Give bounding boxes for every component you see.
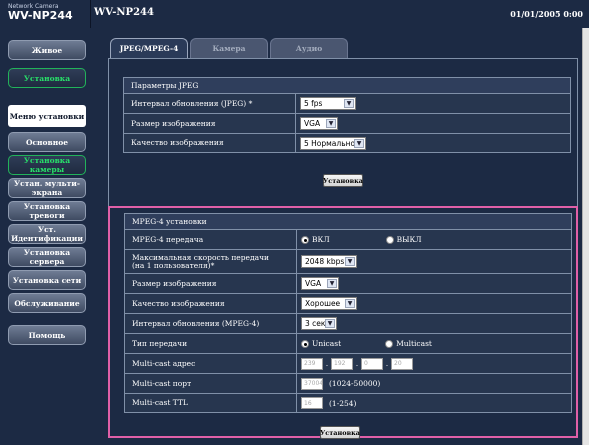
tab-jpeg-mpeg4[interactable]: JPEG/MPEG-4 xyxy=(110,38,188,58)
mpeg4-quality-row: Качество изображения Хорошее ▼ xyxy=(124,293,572,313)
sidebar-item-multiscreen[interactable]: Устан. мульти-экрана xyxy=(8,178,86,198)
multicast-ttl-hint: (1-254) xyxy=(329,398,357,408)
sidebar-item-alarm[interactable]: Установка тревоги xyxy=(8,201,86,221)
mpeg4-section: MPEG-4 установки MPEG-4 передача ВКЛ ВЫК… xyxy=(124,213,572,413)
transmission-type-row: Тип передачи Unicast Multicast xyxy=(124,333,572,353)
multicast-port-label: Multi-cast порт xyxy=(125,374,297,393)
multicast-port-field[interactable]: 37004 xyxy=(301,377,323,390)
top-header: Network Camera WV-NP244 WV-NP244 01/01/2… xyxy=(0,0,589,28)
date-time-display: 01/01/2005 0:00 xyxy=(510,9,583,19)
mpeg4-refresh-row: Интервал обновления (MPEG-4) 3 сек ▼ xyxy=(124,313,572,333)
setup-button[interactable]: Установка xyxy=(8,68,86,88)
jpeg-refresh-label: Интервал обновления (JPEG) * xyxy=(124,94,296,113)
brand-model: WV-NP244 xyxy=(8,9,73,22)
live-button[interactable]: Живое xyxy=(8,40,86,60)
mpeg4-set-button[interactable]: Установка xyxy=(320,426,360,439)
multicast-ttl-field[interactable]: 16 xyxy=(301,397,323,409)
sidebar-item-maintenance[interactable]: Обслуживание xyxy=(8,293,86,313)
chevron-down-icon: ▼ xyxy=(354,138,364,148)
transmit-on-radio[interactable]: ВКЛ xyxy=(301,235,330,244)
chevron-down-icon: ▼ xyxy=(327,279,337,288)
multicast-address-label: Multi-cast адрес xyxy=(125,354,297,373)
mpeg4-size-select[interactable]: VGA ▼ xyxy=(301,277,339,290)
multicast-address-octet-3[interactable]: 0 xyxy=(361,357,383,370)
chevron-down-icon: ▼ xyxy=(345,257,355,266)
radio-on-icon xyxy=(301,339,309,348)
tab-audio[interactable]: Аудио xyxy=(270,38,348,58)
mpeg4-panel: MPEG-4 установки MPEG-4 передача ВКЛ ВЫК… xyxy=(108,206,578,439)
brand-logo: Network Camera WV-NP244 xyxy=(8,3,86,22)
ip-separator: . xyxy=(385,359,389,368)
header-divider xyxy=(90,0,91,28)
camera-model-title: WV-NP244 xyxy=(94,7,154,18)
multicast-address-octet-1[interactable]: 239 xyxy=(301,357,323,370)
chevron-down-icon: ▼ xyxy=(325,319,335,328)
jpeg-size-select[interactable]: VGA ▼ xyxy=(300,117,338,130)
transmit-off-radio[interactable]: ВЫКЛ xyxy=(385,235,422,244)
tab-camera[interactable]: Камера xyxy=(190,38,268,58)
main-content: JPEG/MPEG-4 Камера Аудио Параметры JPEG … xyxy=(90,28,589,445)
multicast-ttl-row: Multi-cast TTL 16 (1-254) xyxy=(124,393,572,413)
multicast-port-row: Multi-cast порт 37004 (1024-50000) xyxy=(124,373,572,393)
sidebar: Живое Установка Меню установки Основное … xyxy=(0,28,90,445)
vertical-scrollbar[interactable] xyxy=(582,28,589,445)
chevron-down-icon: ▼ xyxy=(344,99,354,108)
multicast-port-hint: (1024-50000) xyxy=(329,379,381,388)
mpeg4-size-row: Размер изображения VGA ▼ xyxy=(124,273,572,293)
mpeg4-size-label: Размер изображения xyxy=(125,274,297,293)
mpeg4-transmit-label: MPEG-4 передача xyxy=(125,230,297,249)
multicast-radio[interactable]: Multicast xyxy=(385,339,432,348)
ip-separator: . xyxy=(355,359,359,368)
jpeg-quality-label: Качество изображения xyxy=(124,134,296,152)
mpeg4-refresh-label: Интервал обновления (MPEG-4) xyxy=(125,314,297,333)
mpeg4-bitrate-select[interactable]: 2048 kbps * ▼ xyxy=(301,255,357,268)
mpeg4-refresh-select[interactable]: 3 сек ▼ xyxy=(301,317,337,330)
multicast-address-octet-4[interactable]: 20 xyxy=(391,357,413,370)
mpeg4-quality-label: Качество изображения xyxy=(125,294,297,313)
multicast-ttl-label: Multi-cast TTL xyxy=(125,394,297,412)
sidebar-item-authentication[interactable]: Уст. Идентификации xyxy=(8,224,86,244)
sidebar-item-network[interactable]: Установка сети xyxy=(8,270,86,290)
mpeg4-transmit-row: MPEG-4 передача ВКЛ ВЫКЛ xyxy=(124,229,572,249)
unicast-radio[interactable]: Unicast xyxy=(301,339,341,348)
mpeg4-quality-select[interactable]: Хорошее ▼ xyxy=(301,297,357,310)
jpeg-quality-row: Качество изображения 5 Нормальное ▼ xyxy=(123,133,571,153)
radio-on-icon xyxy=(301,235,309,244)
setup-menu-heading: Меню установки xyxy=(8,105,86,127)
multicast-address-octet-2[interactable]: 192 xyxy=(331,357,353,370)
sidebar-item-camera-setup[interactable]: Установка камеры xyxy=(8,155,86,175)
mpeg4-section-title: MPEG-4 установки xyxy=(124,213,572,229)
jpeg-size-row: Размер изображения VGA ▼ xyxy=(123,113,571,133)
radio-off-icon xyxy=(385,235,394,244)
mpeg4-bitrate-row: Максимальная скорость передачи (на 1 поль… xyxy=(124,249,572,273)
jpeg-size-label: Размер изображения xyxy=(124,114,296,133)
transmission-type-label: Тип передачи xyxy=(125,334,297,353)
sidebar-item-server[interactable]: Установка сервера xyxy=(8,247,86,267)
jpeg-quality-select[interactable]: 5 Нормальное ▼ xyxy=(300,136,366,150)
sidebar-item-basic[interactable]: Основное xyxy=(8,132,86,152)
ip-separator: . xyxy=(325,359,329,368)
multicast-address-row: Multi-cast адрес 239 . 192 . 0 . 20 xyxy=(124,353,572,373)
radio-off-icon xyxy=(385,339,394,348)
jpeg-set-button[interactable]: Установка xyxy=(323,174,363,187)
chevron-down-icon: ▼ xyxy=(345,299,355,308)
jpeg-section: Параметры JPEG Интервал обновления (JPEG… xyxy=(123,77,571,153)
help-button[interactable]: Помощь xyxy=(8,325,86,345)
jpeg-section-title: Параметры JPEG xyxy=(123,77,571,93)
jpeg-refresh-select[interactable]: 5 fps ▼ xyxy=(300,97,356,110)
chevron-down-icon: ▼ xyxy=(326,119,336,128)
jpeg-refresh-row: Интервал обновления (JPEG) * 5 fps ▼ xyxy=(123,93,571,113)
mpeg4-bitrate-label: Максимальная скорость передачи (на 1 поль… xyxy=(125,250,297,273)
